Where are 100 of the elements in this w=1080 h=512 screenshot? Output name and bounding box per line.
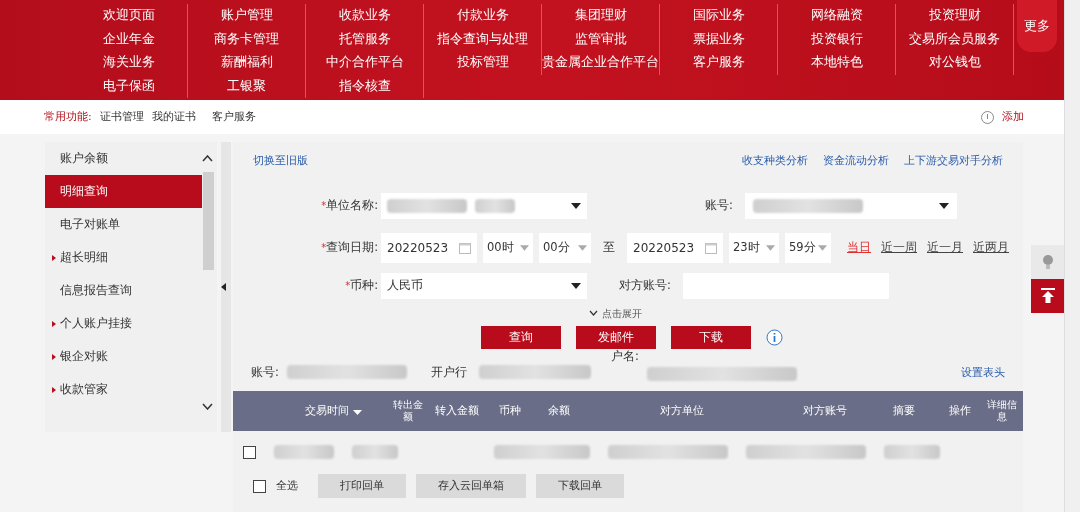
- column-header[interactable]: 转出金额: [393, 399, 423, 423]
- nav-link[interactable]: 本地特色: [810, 53, 863, 73]
- expand-toggle[interactable]: 点击展开: [589, 304, 642, 322]
- nav-link[interactable]: 对公钱包: [928, 53, 981, 73]
- sidebar-item[interactable]: 银企对账: [45, 340, 202, 373]
- sidebar-item[interactable]: 信息报告查询: [45, 274, 202, 307]
- nav-link[interactable]: 投资理财: [928, 6, 981, 26]
- caret-icon: [571, 203, 581, 209]
- nav-link[interactable]: 企业年金: [102, 29, 155, 49]
- caret-icon: [520, 245, 529, 251]
- nav-link[interactable]: 监管审批: [574, 29, 627, 49]
- date-field[interactable]: 20220523: [627, 233, 723, 263]
- field-label: 对方账号:: [619, 277, 672, 295]
- time-select[interactable]: 00时: [483, 233, 533, 263]
- nav-link[interactable]: 指令查询与处理: [437, 29, 528, 49]
- nav-link[interactable]: 交易所会员服务: [909, 29, 1000, 49]
- quick-link[interactable]: 证书管理: [99, 108, 144, 126]
- analysis-link[interactable]: 上下游交易对手分析: [904, 152, 1003, 170]
- nav-link[interactable]: 客户服务: [692, 53, 745, 73]
- time-select[interactable]: 00分: [539, 233, 591, 263]
- caret-icon: [766, 245, 775, 251]
- sidebar-item[interactable]: 超长明细: [45, 241, 202, 274]
- quick-link[interactable]: 客户服务: [211, 108, 256, 126]
- nav-link[interactable]: 工银聚: [227, 76, 266, 96]
- nav-link[interactable]: 薪酬福利: [220, 53, 273, 73]
- nav-link[interactable]: 指令核查: [338, 76, 391, 96]
- nav-link[interactable]: 商务卡管理: [214, 29, 279, 49]
- lightbulb-icon: [1040, 253, 1056, 271]
- action-button[interactable]: 发邮件: [576, 325, 656, 349]
- nav-link[interactable]: 账户管理: [220, 6, 273, 26]
- sidebar-item[interactable]: 电子对账单: [45, 208, 202, 241]
- nav-link[interactable]: 中介合作平台: [325, 53, 404, 73]
- more-button[interactable]: 更多: [1017, 0, 1057, 52]
- time-select[interactable]: 23时: [729, 233, 779, 263]
- column-header[interactable]: 交易时间: [304, 402, 349, 420]
- analysis-link[interactable]: 资金流动分析: [823, 152, 889, 170]
- currency-select[interactable]: 人民币: [381, 273, 587, 299]
- column-header[interactable]: 转入金额: [435, 402, 479, 420]
- back-to-top-button[interactable]: [1031, 279, 1065, 313]
- sidebar-item[interactable]: 个人账户挂接: [45, 307, 202, 340]
- column-header[interactable]: 余额: [548, 402, 570, 420]
- receipt-button[interactable]: 下载回单: [536, 474, 624, 498]
- sort-icon[interactable]: [352, 407, 362, 415]
- column-header[interactable]: 详细信息: [987, 399, 1017, 423]
- set-header-link[interactable]: 设置表头: [961, 364, 1005, 381]
- caret-icon: [818, 245, 827, 251]
- chevron-up-icon[interactable]: [202, 155, 213, 162]
- arrow-up-icon: [1040, 288, 1056, 304]
- field-label: *币种:: [344, 277, 379, 295]
- column-header[interactable]: 摘要: [893, 402, 915, 420]
- select-all-checkbox[interactable]: [253, 479, 266, 493]
- action-button[interactable]: 查询: [481, 325, 561, 349]
- nav-link[interactable]: 集团理财: [574, 6, 627, 26]
- add-link[interactable]: 添加: [1002, 108, 1024, 126]
- switch-version-link[interactable]: 切换至旧版: [253, 152, 308, 170]
- quick-link[interactable]: 我的证书: [151, 108, 196, 126]
- collapse-handle[interactable]: [221, 142, 231, 432]
- caret-icon: [571, 283, 581, 289]
- receipt-button[interactable]: 存入云回单箱: [416, 474, 526, 498]
- chevron-down-icon[interactable]: [202, 403, 213, 410]
- field-label: 账号:: [251, 363, 279, 381]
- sidebar-item[interactable]: 账户余额: [45, 142, 202, 175]
- scrollbar-thumb[interactable]: [203, 172, 214, 270]
- nav-link[interactable]: 电子保函: [102, 76, 155, 96]
- column-header[interactable]: 币种: [499, 402, 521, 420]
- column-header[interactable]: 操作: [949, 402, 971, 420]
- column-header[interactable]: 对方账号: [803, 402, 847, 420]
- time-select[interactable]: 59分: [785, 233, 831, 263]
- nav-link[interactable]: 贵金属企业合作平台: [542, 53, 659, 73]
- receipt-button[interactable]: 打印回单: [318, 474, 406, 498]
- nav-link[interactable]: 网络融资: [810, 6, 863, 26]
- page-scrollbar[interactable]: [1064, 0, 1080, 512]
- row-checkbox[interactable]: [243, 445, 256, 459]
- redacted-value: [274, 445, 334, 459]
- nav-link[interactable]: 国际业务: [692, 6, 745, 26]
- column-header[interactable]: 对方单位: [660, 402, 704, 420]
- action-button[interactable]: 下载: [671, 325, 751, 349]
- redacted-value: [475, 199, 515, 213]
- info-icon[interactable]: [766, 328, 783, 346]
- nav-link[interactable]: 收款业务: [338, 6, 391, 26]
- date-range-link[interactable]: 近一周: [881, 239, 917, 257]
- quick-bar-label: 常用功能:: [44, 108, 92, 125]
- nav-link[interactable]: 海关业务: [102, 53, 155, 73]
- date-field[interactable]: 20220523: [381, 233, 477, 263]
- range-separator: 至: [603, 239, 615, 257]
- nav-link[interactable]: 付款业务: [456, 6, 509, 26]
- nav-link[interactable]: 托管服务: [338, 29, 391, 49]
- field-label: *单位名称:: [320, 197, 379, 215]
- chevron-down-icon: [589, 310, 598, 316]
- analysis-link[interactable]: 收支种类分析: [742, 152, 808, 170]
- sidebar-item[interactable]: 明细查询: [45, 175, 202, 208]
- date-range-link[interactable]: 近两月: [973, 239, 1009, 257]
- nav-link[interactable]: 票据业务: [692, 29, 745, 49]
- sidebar-item[interactable]: 收款管家: [45, 373, 202, 406]
- nav-link[interactable]: 投标管理: [456, 53, 509, 73]
- date-range-link[interactable]: 近一月: [927, 239, 963, 257]
- nav-link[interactable]: 投资银行: [810, 29, 863, 49]
- date-range-link[interactable]: 当日: [847, 239, 871, 257]
- info-icon: [981, 110, 994, 124]
- nav-link[interactable]: 欢迎页面: [102, 6, 155, 26]
